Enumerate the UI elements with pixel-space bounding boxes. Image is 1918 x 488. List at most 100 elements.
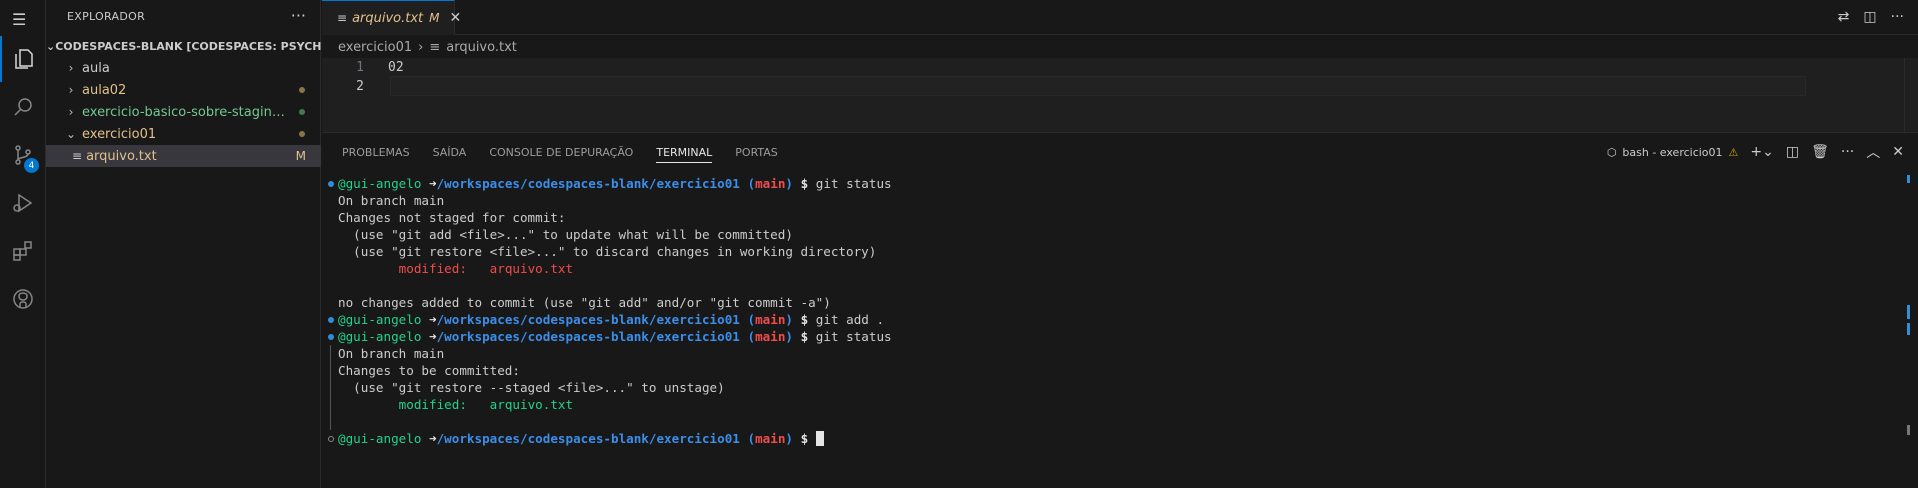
chevron-right-icon: › [68,105,74,119]
line-text: 02 [388,60,404,75]
terminal-output[interactable]: @gui-angelo ➜/workspaces/codespaces-blan… [328,175,1888,447]
modified-dot [299,87,305,93]
terminal-selector[interactable]: ⬡ bash - exercicio01 ⚠ [1607,146,1739,159]
tree-item-aula02[interactable]: › aula02 [46,79,321,101]
search-icon[interactable] [0,84,46,130]
chevron-right-icon: › [68,61,74,75]
tab-arquivo[interactable]: ≡ arquivo.txt M ✕ [322,0,461,35]
breadcrumb-folder[interactable]: exercicio01 [338,40,412,55]
terminal-line: On branch main [338,193,445,208]
breadcrumb: exercicio01 › ≡ arquivo.txt [338,36,517,58]
modified-status: M [295,149,306,163]
tree-item-aula[interactable]: › aula [46,57,321,79]
tree-item-label: exercicio-basico-sobre-staging-e-... [82,104,287,120]
tree-item-label: exercicio01 [82,126,157,142]
activity-bar: ☰ 4 [0,0,46,488]
bottom-panel: PROBLEMAS SAÍDA CONSOLE DE DEPURAÇÃO TER… [322,132,1918,488]
modified-dot [299,131,305,137]
cube-icon: ⬡ [1606,145,1617,159]
tab-problemas[interactable]: PROBLEMAS [342,146,410,163]
source-control-badge: 4 [24,158,39,173]
terminal-scroll-marker [1907,425,1910,435]
panel-actions: ⬡ bash - exercicio01 ⚠ +⌄ ◫ 🗑 ··· ︿ ✕ [1607,142,1904,162]
tab-saida[interactable]: SAÍDA [433,146,467,163]
editor-scrollbar[interactable] [1904,58,1918,132]
close-icon[interactable]: ✕ [450,10,462,26]
terminal-line: (use "git add <file>..." to update what … [338,227,793,242]
split-terminal-icon[interactable]: ◫ [1786,144,1799,160]
command-decoration-icon [328,334,334,340]
command-decoration-icon [328,436,334,442]
breadcrumb-file[interactable]: arquivo.txt [446,40,517,55]
warning-icon: ⚠ [1728,145,1739,159]
workspace-folder[interactable]: ⌄ CODESPACES-BLANK [CODESPACES: PSYCHIC … [46,35,321,57]
close-icon[interactable]: ✕ [1892,144,1904,160]
tree-item-arquivo[interactable]: ≡ arquivo.txt M [46,145,321,167]
editor-line: 1 02 [322,58,1918,77]
terminal-scroll-marker [1907,175,1910,183]
tree-item-exercicio-basico[interactable]: › exercicio-basico-sobre-staging-e-... [46,101,321,123]
file-lines-icon: ≡ [429,39,441,55]
terminal-line: @gui-angelo ➜/workspaces/codespaces-blan… [328,311,1888,328]
command-decoration-icon [328,181,334,187]
tab-label: arquivo.txt [352,10,424,26]
tab-terminal[interactable]: TERMINAL [656,146,713,163]
terminal-line: no changes added to commit (use "git add… [338,295,831,310]
tree-item-label: aula [82,60,110,76]
file-lines-icon: ≡ [72,149,83,163]
chevron-right-icon: › [68,83,74,97]
run-debug-icon[interactable] [0,180,46,226]
more-actions-icon[interactable]: ··· [1841,144,1854,160]
menu-icon[interactable]: ☰ [12,10,26,29]
text-editor[interactable]: 1 02 2 [322,58,1918,132]
line-number: 2 [356,79,364,94]
tab-portas[interactable]: PORTAS [735,146,778,163]
terminal-line: @gui-angelo ➜/workspaces/codespaces-blan… [328,328,1888,345]
line-number: 1 [356,60,364,75]
terminal-line: (use "git restore --staged <file>..." to… [328,379,1888,396]
explorer-icon[interactable] [0,36,46,82]
terminal-line [328,413,1888,430]
terminal-name: bash - exercicio01 [1622,145,1723,159]
trash-icon[interactable]: 🗑 [1811,144,1829,160]
github-icon[interactable] [0,276,46,322]
source-control-icon[interactable]: 4 [0,132,46,178]
untracked-dot [299,109,305,115]
tree-item-label: arquivo.txt [86,148,157,164]
new-terminal-icon[interactable]: +⌄ [1750,144,1773,160]
terminal-line: Changes to be committed: [328,362,1888,379]
editor-actions: ⇄ ◫ ··· [1838,9,1904,25]
terminal-line: (use "git restore <file>..." to discard … [338,244,877,259]
compare-changes-icon[interactable]: ⇄ [1838,9,1850,25]
tab-modified-status: M [429,11,440,25]
chevron-right-icon: › [418,39,424,55]
extensions-icon[interactable] [0,228,46,274]
editor-tab-bar: ≡ arquivo.txt M ✕ ⇄ ◫ ··· [322,0,1918,35]
panel-tabs: PROBLEMAS SAÍDA CONSOLE DE DEPURAÇÃO TER… [342,146,778,163]
command-decoration-icon [328,317,334,323]
chevron-down-icon: ⌄ [46,39,56,53]
terminal-cursor [815,431,824,446]
editor-line: 2 [322,77,1918,96]
terminal-line: modified: arquivo.txt [398,261,574,276]
maximize-panel-icon[interactable]: ︿ [1866,142,1880,162]
workspace-label: CODESPACES-BLANK [CODESPACES: PSYCHIC S.… [55,39,321,53]
explorer-sidebar: EXPLORADOR ··· ⌄ CODESPACES-BLANK [CODES… [46,0,321,488]
file-lines-icon: ≡ [337,11,348,25]
terminal-prompt[interactable]: @gui-angelo ➜/workspaces/codespaces-blan… [328,430,1888,447]
tree-item-label: aula02 [82,82,127,98]
terminal-scroll-marker [1907,305,1910,319]
more-actions-icon[interactable]: ··· [291,6,306,25]
split-editor-icon[interactable]: ◫ [1863,9,1876,25]
more-actions-icon[interactable]: ··· [1891,9,1904,25]
terminal-line: @gui-angelo ➜/workspaces/codespaces-blan… [328,175,1888,192]
terminal-line: Changes not staged for commit: [338,210,566,225]
tree-item-exercicio01[interactable]: ⌄ exercicio01 [46,123,321,145]
terminal-line: modified: arquivo.txt [328,396,1888,413]
tab-console-depuracao[interactable]: CONSOLE DE DEPURAÇÃO [489,146,633,163]
terminal-line: On branch main [328,345,1888,362]
terminal-scroll-marker [1907,323,1910,335]
chevron-down-icon: ⌄ [65,127,77,141]
sidebar-title: EXPLORADOR [67,10,146,23]
